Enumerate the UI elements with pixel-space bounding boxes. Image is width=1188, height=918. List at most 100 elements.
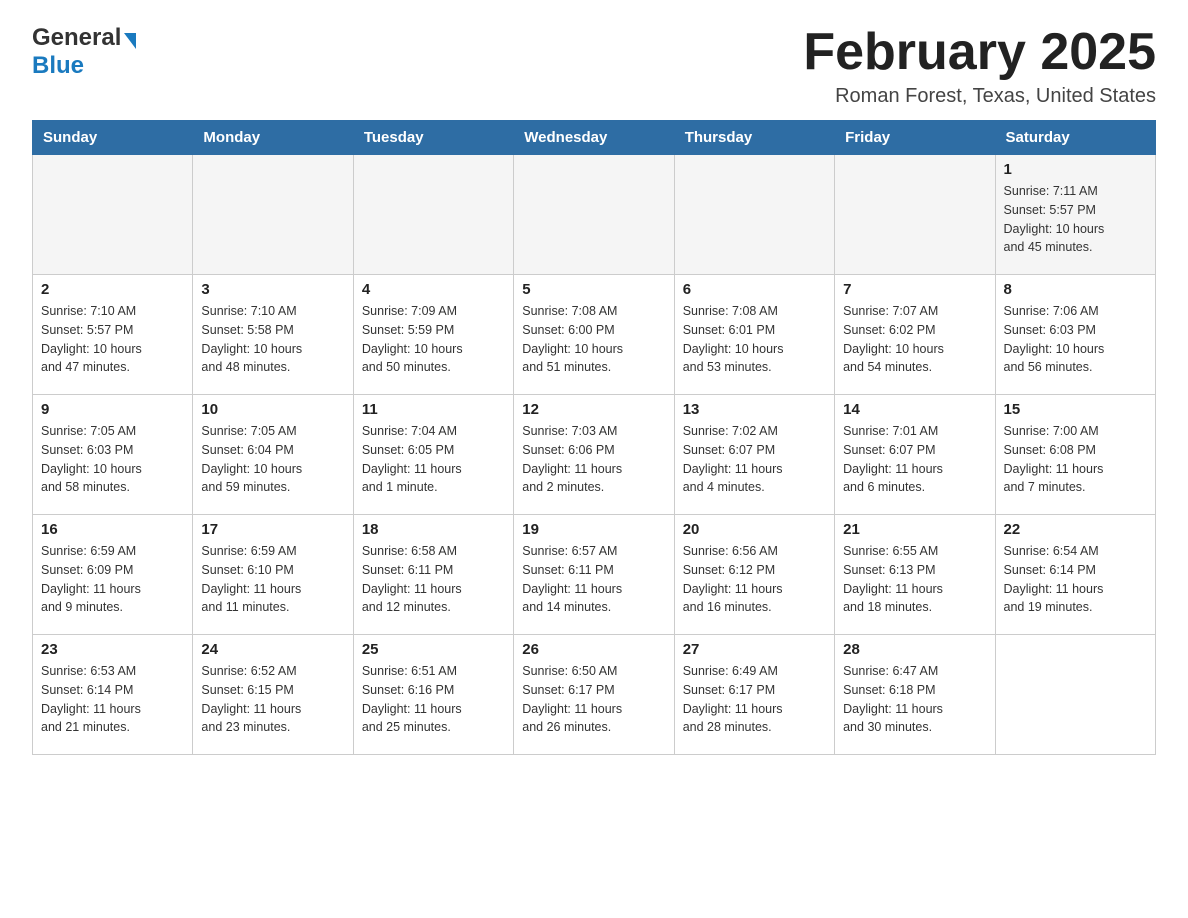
logo-general: General <box>32 24 121 52</box>
calendar-day-cell <box>353 155 513 275</box>
calendar-day-cell: 9 Sunrise: 7:05 AMSunset: 6:03 PMDaylight… <box>33 395 193 515</box>
calendar-day-cell: 23 Sunrise: 6:53 AMSunset: 6:14 PMDayligh… <box>33 635 193 755</box>
calendar-day-cell: 18 Sunrise: 6:58 AMSunset: 6:11 PMDayligh… <box>353 515 513 635</box>
calendar-day-header: Tuesday <box>353 121 513 155</box>
day-number: 8 <box>1004 281 1147 298</box>
day-info: Sunrise: 6:47 AMSunset: 6:18 PMDaylight:… <box>843 662 986 737</box>
day-number: 22 <box>1004 521 1147 538</box>
day-info: Sunrise: 6:53 AMSunset: 6:14 PMDaylight:… <box>41 662 184 737</box>
calendar-day-header: Friday <box>835 121 995 155</box>
calendar-day-cell: 15 Sunrise: 7:00 AMSunset: 6:08 PMDayligh… <box>995 395 1155 515</box>
calendar-day-cell: 10 Sunrise: 7:05 AMSunset: 6:04 PMDayligh… <box>193 395 353 515</box>
day-info: Sunrise: 7:01 AMSunset: 6:07 PMDaylight:… <box>843 422 986 497</box>
calendar-day-cell: 3Sunrise: 7:10 AMSunset: 5:58 PMDaylight… <box>193 275 353 395</box>
calendar-day-header: Thursday <box>674 121 834 155</box>
day-info: Sunrise: 7:02 AMSunset: 6:07 PMDaylight:… <box>683 422 826 497</box>
calendar-day-cell: 2 Sunrise: 7:10 AMSunset: 5:57 PMDaylight… <box>33 275 193 395</box>
day-info: Sunrise: 7:07 AMSunset: 6:02 PMDaylight:… <box>843 302 986 377</box>
day-number: 17 <box>201 521 344 538</box>
calendar-day-cell: 21 Sunrise: 6:55 AMSunset: 6:13 PMDayligh… <box>835 515 995 635</box>
day-info: Sunrise: 6:59 AMSunset: 6:09 PMDaylight:… <box>41 542 184 617</box>
calendar-day-cell: 20 Sunrise: 6:56 AMSunset: 6:12 PMDayligh… <box>674 515 834 635</box>
day-number: 6 <box>683 281 826 298</box>
day-info: Sunrise: 7:05 AMSunset: 6:04 PMDaylight:… <box>201 422 344 497</box>
calendar-week-row: 9 Sunrise: 7:05 AMSunset: 6:03 PMDaylight… <box>33 395 1156 515</box>
calendar-day-cell <box>674 155 834 275</box>
day-number: 28 <box>843 641 986 658</box>
day-info: Sunrise: 7:04 AMSunset: 6:05 PMDaylight:… <box>362 422 505 497</box>
day-number: 23 <box>41 641 184 658</box>
day-number: 25 <box>362 641 505 658</box>
calendar-day-cell: 11 Sunrise: 7:04 AMSunset: 6:05 PMDayligh… <box>353 395 513 515</box>
day-info: Sunrise: 7:08 AMSunset: 6:01 PMDaylight:… <box>683 302 826 377</box>
calendar-day-cell: 27 Sunrise: 6:49 AMSunset: 6:17 PMDayligh… <box>674 635 834 755</box>
logo: General Blue <box>32 24 136 80</box>
calendar-day-header: Wednesday <box>514 121 674 155</box>
calendar-week-row: 23 Sunrise: 6:53 AMSunset: 6:14 PMDayligh… <box>33 635 1156 755</box>
day-info: Sunrise: 7:11 AMSunset: 5:57 PMDaylight:… <box>1004 182 1147 257</box>
day-info: Sunrise: 7:06 AMSunset: 6:03 PMDaylight:… <box>1004 302 1147 377</box>
day-number: 4 <box>362 281 505 298</box>
day-info: Sunrise: 6:58 AMSunset: 6:11 PMDaylight:… <box>362 542 505 617</box>
day-number: 20 <box>683 521 826 538</box>
location: Roman Forest, Texas, United States <box>803 85 1156 108</box>
calendar-day-header: Monday <box>193 121 353 155</box>
day-info: Sunrise: 7:05 AMSunset: 6:03 PMDaylight:… <box>41 422 184 497</box>
calendar-day-cell: 13 Sunrise: 7:02 AMSunset: 6:07 PMDayligh… <box>674 395 834 515</box>
calendar-day-cell: 8 Sunrise: 7:06 AMSunset: 6:03 PMDaylight… <box>995 275 1155 395</box>
day-info: Sunrise: 6:59 AMSunset: 6:10 PMDaylight:… <box>201 542 344 617</box>
day-number: 2 <box>41 281 184 298</box>
calendar-header-row: SundayMondayTuesdayWednesdayThursdayFrid… <box>33 121 1156 155</box>
day-info: Sunrise: 6:56 AMSunset: 6:12 PMDaylight:… <box>683 542 826 617</box>
day-number: 19 <box>522 521 665 538</box>
calendar-day-cell: 22Sunrise: 6:54 AMSunset: 6:14 PMDayligh… <box>995 515 1155 635</box>
day-info: Sunrise: 6:55 AMSunset: 6:13 PMDaylight:… <box>843 542 986 617</box>
day-info: Sunrise: 6:52 AMSunset: 6:15 PMDaylight:… <box>201 662 344 737</box>
day-number: 24 <box>201 641 344 658</box>
day-info: Sunrise: 7:00 AMSunset: 6:08 PMDaylight:… <box>1004 422 1147 497</box>
calendar-day-cell: 14 Sunrise: 7:01 AMSunset: 6:07 PMDayligh… <box>835 395 995 515</box>
calendar-day-cell: 25 Sunrise: 6:51 AMSunset: 6:16 PMDayligh… <box>353 635 513 755</box>
calendar-table: SundayMondayTuesdayWednesdayThursdayFrid… <box>32 120 1156 755</box>
day-info: Sunrise: 7:10 AMSunset: 5:57 PMDaylight:… <box>41 302 184 377</box>
page-header: General Blue February 2025 Roman Forest,… <box>32 24 1156 108</box>
calendar-day-cell: 16 Sunrise: 6:59 AMSunset: 6:09 PMDayligh… <box>33 515 193 635</box>
calendar-day-cell: 17 Sunrise: 6:59 AMSunset: 6:10 PMDayligh… <box>193 515 353 635</box>
day-number: 14 <box>843 401 986 418</box>
calendar-day-cell: 4 Sunrise: 7:09 AMSunset: 5:59 PMDaylight… <box>353 275 513 395</box>
calendar-day-cell: 1 Sunrise: 7:11 AMSunset: 5:57 PMDaylight… <box>995 155 1155 275</box>
calendar-day-cell <box>33 155 193 275</box>
day-number: 10 <box>201 401 344 418</box>
day-number: 15 <box>1004 401 1147 418</box>
day-number: 7 <box>843 281 986 298</box>
day-info: Sunrise: 7:09 AMSunset: 5:59 PMDaylight:… <box>362 302 505 377</box>
day-number: 9 <box>41 401 184 418</box>
calendar-day-cell: 5 Sunrise: 7:08 AMSunset: 6:00 PMDaylight… <box>514 275 674 395</box>
day-number: 18 <box>362 521 505 538</box>
calendar-day-cell: 28 Sunrise: 6:47 AMSunset: 6:18 PMDayligh… <box>835 635 995 755</box>
calendar-week-row: 16 Sunrise: 6:59 AMSunset: 6:09 PMDayligh… <box>33 515 1156 635</box>
day-number: 5 <box>522 281 665 298</box>
day-number: 1 <box>1004 161 1147 178</box>
day-number: 13 <box>683 401 826 418</box>
day-info: Sunrise: 7:03 AMSunset: 6:06 PMDaylight:… <box>522 422 665 497</box>
logo-blue: Blue <box>32 52 84 80</box>
month-title: February 2025 <box>803 24 1156 81</box>
day-number: 16 <box>41 521 184 538</box>
calendar-day-cell <box>995 635 1155 755</box>
day-info: Sunrise: 6:57 AMSunset: 6:11 PMDaylight:… <box>522 542 665 617</box>
day-number: 12 <box>522 401 665 418</box>
calendar-day-cell <box>514 155 674 275</box>
calendar-week-row: 1 Sunrise: 7:11 AMSunset: 5:57 PMDaylight… <box>33 155 1156 275</box>
title-section: February 2025 Roman Forest, Texas, Unite… <box>803 24 1156 108</box>
calendar-day-cell: 6 Sunrise: 7:08 AMSunset: 6:01 PMDaylight… <box>674 275 834 395</box>
day-number: 21 <box>843 521 986 538</box>
calendar-day-header: Sunday <box>33 121 193 155</box>
day-info: Sunrise: 6:49 AMSunset: 6:17 PMDaylight:… <box>683 662 826 737</box>
day-number: 11 <box>362 401 505 418</box>
day-info: Sunrise: 7:08 AMSunset: 6:00 PMDaylight:… <box>522 302 665 377</box>
day-number: 27 <box>683 641 826 658</box>
day-info: Sunrise: 6:51 AMSunset: 6:16 PMDaylight:… <box>362 662 505 737</box>
calendar-day-cell: 12 Sunrise: 7:03 AMSunset: 6:06 PMDayligh… <box>514 395 674 515</box>
calendar-week-row: 2 Sunrise: 7:10 AMSunset: 5:57 PMDaylight… <box>33 275 1156 395</box>
